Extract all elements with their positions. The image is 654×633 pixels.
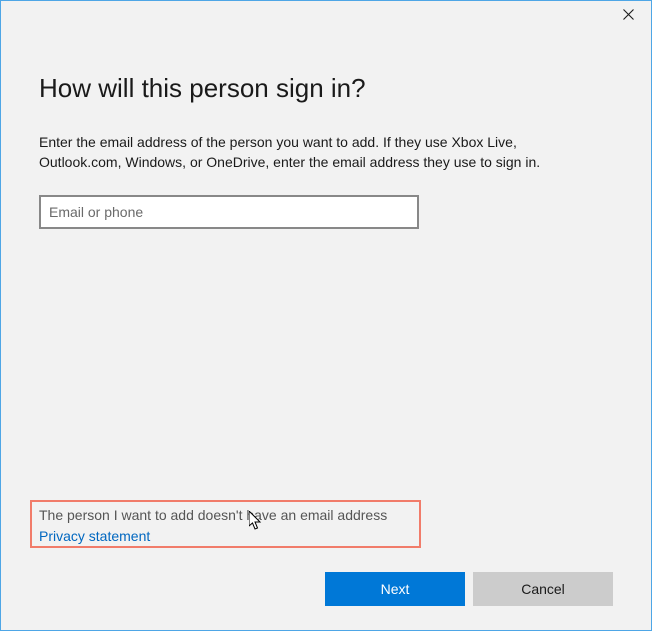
cancel-button[interactable]: Cancel xyxy=(473,572,613,606)
next-button[interactable]: Next xyxy=(325,572,465,606)
button-row: Next Cancel xyxy=(325,572,613,606)
close-icon xyxy=(623,7,634,25)
dialog-content: How will this person sign in? Enter the … xyxy=(1,31,651,630)
links-region: The person I want to add doesn't have an… xyxy=(39,507,387,544)
close-button[interactable] xyxy=(605,1,651,31)
email-input[interactable] xyxy=(39,195,419,229)
titlebar xyxy=(1,1,651,31)
dialog-heading: How will this person sign in? xyxy=(39,73,613,104)
privacy-link[interactable]: Privacy statement xyxy=(39,528,387,544)
dialog-window: How will this person sign in? Enter the … xyxy=(0,0,652,631)
dialog-description: Enter the email address of the person yo… xyxy=(39,132,599,173)
no-email-link[interactable]: The person I want to add doesn't have an… xyxy=(39,507,387,523)
